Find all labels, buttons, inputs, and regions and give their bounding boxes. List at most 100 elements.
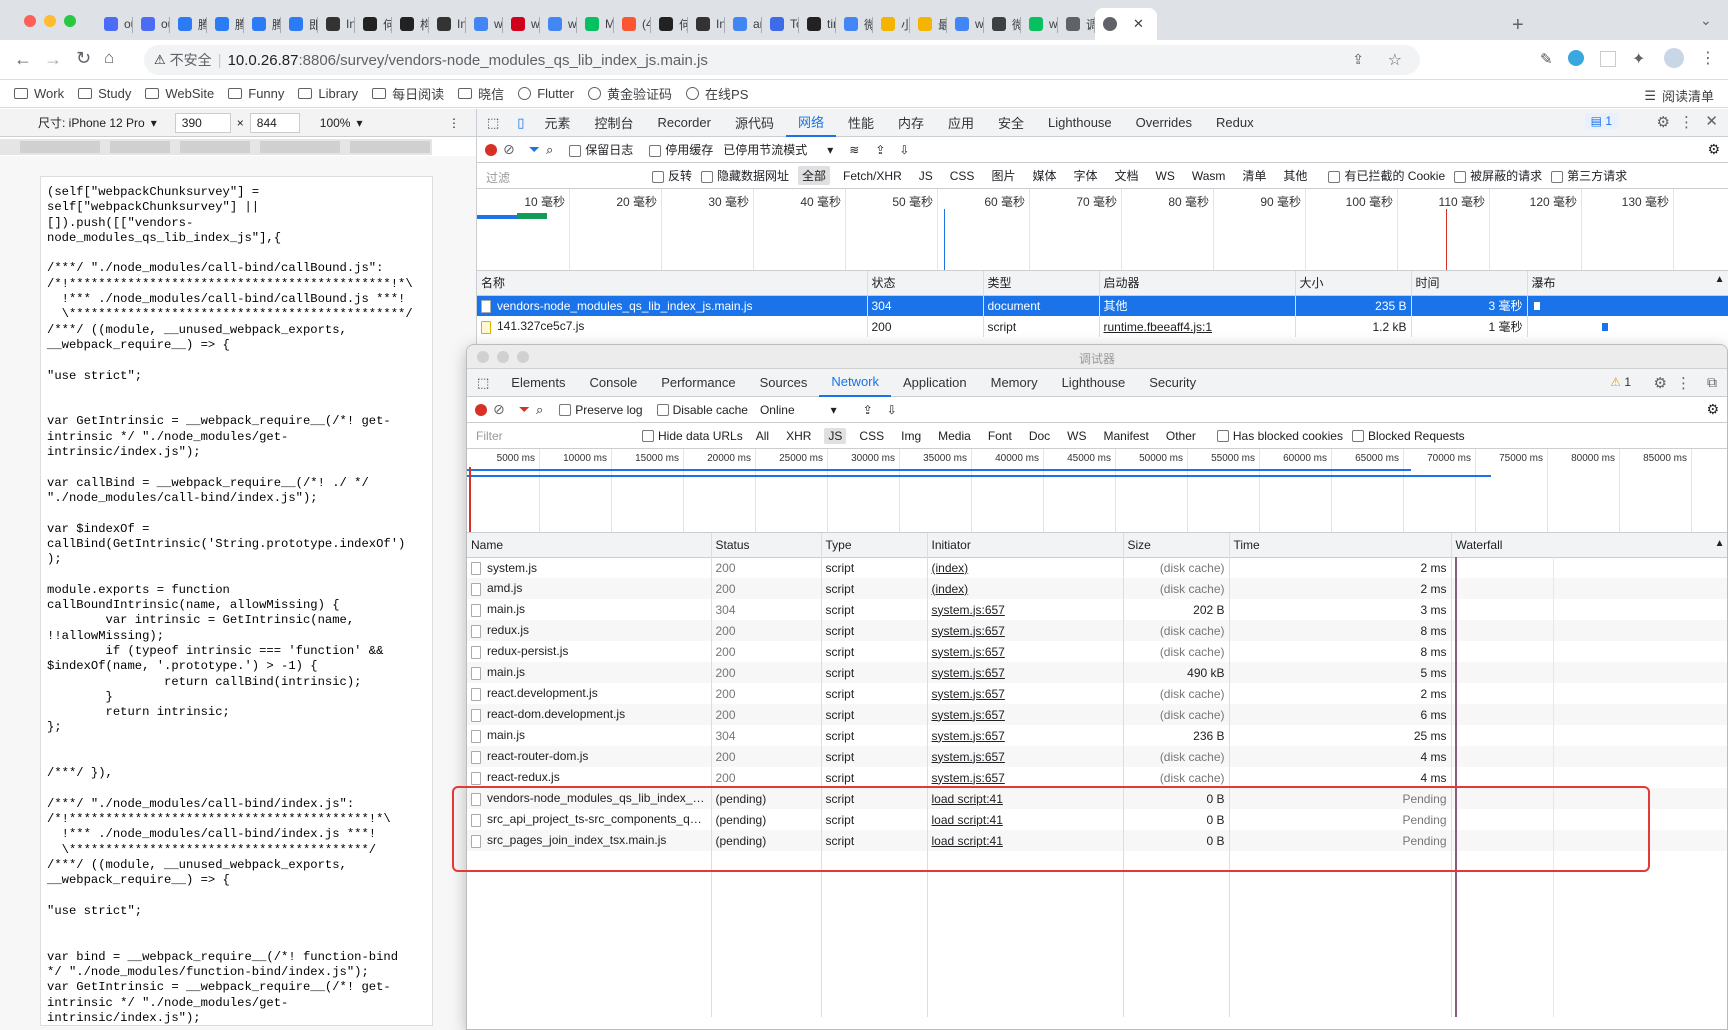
column-header[interactable]: 时间 [1411, 271, 1528, 296]
record-button[interactable] [485, 143, 497, 156]
browser-tab[interactable]: 小 [873, 8, 910, 40]
preserve-log-checkbox[interactable]: 保留日志 [569, 141, 633, 158]
request-name-cell[interactable]: redux-persist.js [467, 641, 712, 662]
puzzle-icon[interactable]: ✦ [1632, 49, 1645, 69]
invert-checkbox[interactable]: 反转 [652, 167, 692, 184]
browser-tab[interactable]: wx [1021, 8, 1058, 40]
clear-icon[interactable]: ⊘ [493, 401, 505, 418]
request-name-cell[interactable]: system.js [467, 557, 712, 578]
column-header[interactable]: Status [711, 533, 822, 558]
warnings-badge[interactable]: ⚠ 1 [1610, 375, 1631, 389]
browser-tab[interactable]: wx [540, 8, 577, 40]
devtools-tab[interactable]: Performance [649, 369, 747, 397]
devtools-tab[interactable]: Console [578, 369, 650, 397]
browser-tab[interactable]: ou [133, 8, 170, 40]
devtools-tab[interactable]: 应用 [936, 109, 986, 137]
devtools-tab[interactable]: Elements [499, 369, 577, 397]
browser-tab[interactable]: 微 [836, 8, 873, 40]
column-header[interactable]: Size [1123, 533, 1230, 558]
devtools-tab[interactable]: Memory [979, 369, 1050, 397]
request-name-cell[interactable]: react-redux.js [467, 767, 712, 788]
type-filter[interactable]: JS [915, 168, 937, 184]
bookmark-item[interactable]: 晓信 [458, 84, 504, 103]
disable-cache-checkbox[interactable]: 停用缓存 [649, 141, 713, 158]
browser-tab[interactable]: To [762, 8, 799, 40]
browser-tab[interactable]: 腾 [244, 8, 281, 40]
column-header[interactable]: 瀑布 ▲ [1527, 271, 1728, 296]
avatar[interactable] [1664, 48, 1684, 68]
browser-tab[interactable]: (4 [614, 8, 651, 40]
home-icon[interactable]: ⌂ [104, 48, 114, 68]
more-icon[interactable]: ⋮ [1679, 113, 1694, 131]
initiator-cell[interactable]: system.js:657 [927, 620, 1124, 641]
type-filter[interactable]: Other [1162, 428, 1200, 444]
address-bar[interactable]: ⚠ 不安全 | 10.0.26.87:8806/survey/vendors-n… [144, 45, 1420, 75]
inspect-icon[interactable]: ⬚ [477, 115, 509, 131]
close-icon[interactable]: ✕ [1705, 112, 1718, 130]
devtools-tab[interactable]: Lighthouse [1036, 109, 1124, 137]
column-header[interactable]: 状态 [867, 271, 984, 296]
type-filter[interactable]: Fetch/XHR [839, 168, 906, 184]
devtools-tab[interactable]: Redux [1204, 109, 1266, 137]
import-icon[interactable]: ⇪ [863, 403, 873, 417]
browser-tab[interactable]: tin [799, 8, 836, 40]
minimize-window-button[interactable] [44, 15, 56, 27]
close-tab-icon[interactable]: ✕ [1133, 16, 1144, 32]
browser-tab[interactable]: wx [947, 8, 984, 40]
type-filter[interactable]: Wasm [1188, 168, 1230, 184]
browser-tab-active[interactable]: ✕ [1095, 8, 1157, 40]
table-row[interactable]: main.js 304 script system.js:657 236 B 25 ms [467, 725, 1727, 746]
network-settings-gear-icon[interactable]: ⚙ [1706, 401, 1719, 418]
devtools-tab[interactable]: Application [891, 369, 979, 397]
more-icon[interactable]: ⋮ [1676, 374, 1691, 392]
disable-cache-checkbox[interactable]: Disable cache [656, 403, 748, 417]
initiator-cell[interactable]: system.js:657 [927, 641, 1124, 662]
table-row[interactable]: react-redux.js 200 script system.js:657 (dis… [467, 767, 1727, 788]
bookmark-item[interactable]: 每日阅读 [372, 84, 444, 103]
column-header[interactable]: Initiator [927, 533, 1124, 558]
table-row[interactable]: src_pages_join_index_tsx.main.js (pending… [467, 830, 1727, 851]
bookmark-item[interactable]: 在线PS [686, 84, 748, 103]
column-header[interactable]: Name [467, 533, 712, 558]
more-menu-icon[interactable]: ⋮ [1700, 48, 1716, 68]
export-icon[interactable]: ⇩ [887, 403, 897, 417]
request-name-cell[interactable]: src_pages_join_index_tsx.main.js [467, 830, 712, 851]
type-filter[interactable]: Manifest [1100, 428, 1153, 444]
request-name-cell[interactable]: react.development.js [467, 683, 712, 704]
browser-tab[interactable]: ou [96, 8, 133, 40]
devtools-tab[interactable]: Recorder [645, 109, 722, 137]
devtools-tab[interactable]: Lighthouse [1050, 369, 1138, 397]
devtools-tab[interactable]: Security [1137, 369, 1208, 397]
type-filter[interactable]: Doc [1025, 428, 1054, 444]
initiator-cell[interactable]: system.js:657 [927, 767, 1124, 788]
type-filter[interactable]: Img [897, 428, 925, 444]
column-header[interactable]: 启动器 [1099, 271, 1296, 296]
browser-tab[interactable]: Ins [688, 8, 725, 40]
request-name-cell[interactable]: redux.js [467, 620, 712, 641]
browser-tab[interactable]: 何 [651, 8, 688, 40]
browser-tab[interactable]: 腾 [207, 8, 244, 40]
column-header[interactable]: Time [1229, 533, 1452, 558]
network-overview-timeline[interactable]: 10 毫秒 20 毫秒 30 毫秒 40 毫秒 50 毫秒 60 毫秒 70 毫秒 80 毫秒… [477, 189, 1728, 271]
table-row[interactable]: amd.js 200 script (index) (disk cache) 2 ms [467, 578, 1727, 599]
device-width-input[interactable]: 390 [174, 112, 231, 133]
issues-badge[interactable]: ▤ 1 [1584, 113, 1618, 129]
table-row[interactable]: 141.327ce5c7.js 200 script runtime.fbeeaff4… [477, 316, 1728, 337]
initiator-cell[interactable]: load script:41 [927, 809, 1124, 830]
type-filter-all[interactable]: 全部 [798, 166, 831, 185]
devtools-tab[interactable]: 元素 [532, 109, 582, 137]
type-filter[interactable]: WS [1063, 428, 1090, 444]
devtools-tab[interactable]: 网络 [785, 109, 836, 137]
browser-tab[interactable]: 微 [984, 8, 1021, 40]
browser-tab[interactable]: 何 [355, 8, 392, 40]
browser-tab[interactable]: we [503, 8, 540, 40]
initiator-cell[interactable]: system.js:657 [927, 746, 1124, 767]
type-filter[interactable]: 图片 [987, 166, 1019, 185]
devtools-tab[interactable]: Overrides [1124, 109, 1204, 137]
table-row[interactable]: vendors-node_modules_qs_lib_index_js.mai… [477, 295, 1728, 316]
type-filter[interactable]: Media [934, 428, 975, 444]
request-name-cell[interactable]: react-router-dom.js [467, 746, 712, 767]
zoom-window-button[interactable] [64, 15, 76, 27]
request-name-cell[interactable]: vendors-node_modules_qs_lib_index_js.mai… [477, 295, 868, 316]
table-row[interactable]: react-router-dom.js 200 script system.js:65… [467, 746, 1727, 767]
